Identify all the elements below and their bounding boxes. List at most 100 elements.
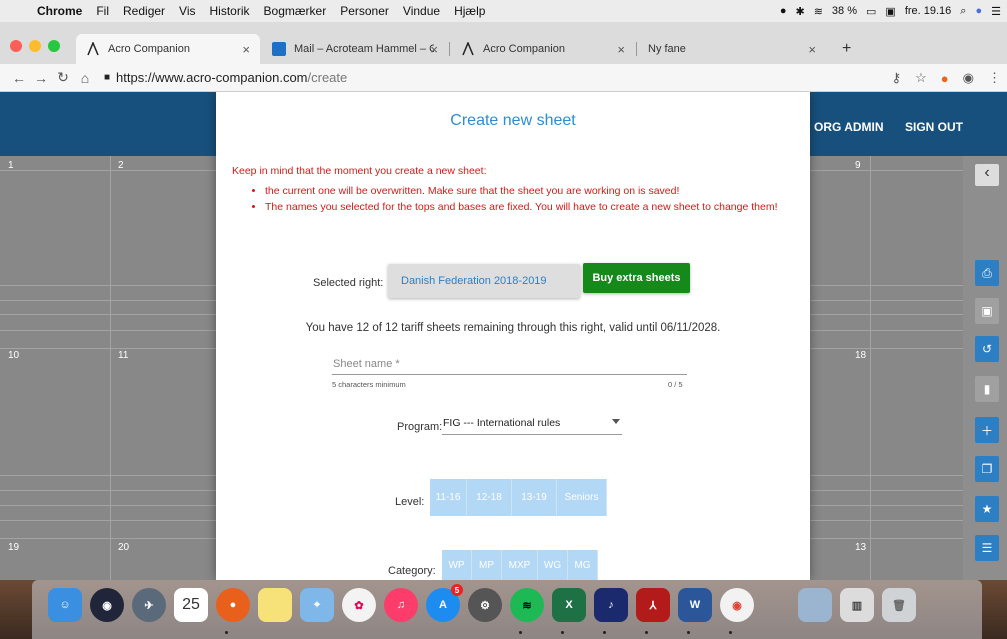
back-icon[interactable]: ← xyxy=(8,70,30,86)
spotify-icon[interactable]: ≋ xyxy=(510,588,544,622)
close-window-icon[interactable] xyxy=(10,40,22,52)
org-admin-link[interactable]: ORG ADMIN xyxy=(814,120,884,134)
new-file-icon[interactable]: ＋ xyxy=(975,417,999,443)
category-option-wp[interactable]: WP xyxy=(442,550,472,580)
downloads-stack-icon[interactable] xyxy=(798,588,832,622)
minimize-window-icon[interactable] xyxy=(29,40,41,52)
modal-title: Create new sheet xyxy=(450,112,576,129)
menu-history[interactable]: Historik xyxy=(203,4,257,18)
tab-acro-companion-2[interactable]: Acro Companion × xyxy=(451,34,635,64)
appstore-icon[interactable]: A5 xyxy=(426,584,463,622)
menu-help[interactable]: Hjælp xyxy=(447,4,492,18)
wifi-icon[interactable]: ≋ xyxy=(814,5,823,18)
print-icon[interactable]: ⎙ xyxy=(975,260,999,286)
profile-icon[interactable]: ◉ xyxy=(963,70,974,86)
menu-edit[interactable]: Rediger xyxy=(116,4,172,18)
notes-icon[interactable] xyxy=(258,588,292,622)
category-option-mxp[interactable]: MXP xyxy=(502,550,538,580)
tab-close-icon[interactable]: × xyxy=(242,42,250,57)
menu-bookmarks[interactable]: Bogmærker xyxy=(257,4,334,18)
bookmark-star-icon[interactable]: ☆ xyxy=(915,70,927,86)
documents-stack-icon[interactable]: ▥ xyxy=(840,588,874,622)
buy-extra-sheets-button[interactable]: Buy extra sheets xyxy=(583,263,690,293)
forward-icon[interactable]: → xyxy=(30,70,52,86)
menu-people[interactable]: Personer xyxy=(333,4,396,18)
input-source-icon[interactable]: ▣ xyxy=(885,5,895,18)
creative-cloud-icon[interactable]: ● xyxy=(780,5,787,17)
menu-window[interactable]: Vindue xyxy=(396,4,447,18)
tab-mail[interactable]: Mail – Acroteam Hammel – Out × xyxy=(262,34,448,64)
trash-icon[interactable]: ▮ xyxy=(975,376,999,402)
acrobat-icon[interactable]: ⅄ xyxy=(636,588,670,622)
excel-icon[interactable]: X xyxy=(552,588,586,622)
key-icon[interactable]: ⚷ xyxy=(892,70,902,86)
sheet-name-field[interactable]: Sheet name * xyxy=(333,358,400,370)
outlook-favicon-icon xyxy=(272,42,286,56)
music-icon[interactable]: ♫ xyxy=(384,588,418,622)
history-icon[interactable]: ↺ xyxy=(975,336,999,362)
window-controls xyxy=(10,40,60,52)
clock[interactable]: fre. 19.16 xyxy=(905,5,951,17)
program-select[interactable]: FIG --- International rules xyxy=(442,413,622,435)
system-preferences-icon[interactable]: ⚙ xyxy=(468,588,502,622)
audacity-icon[interactable]: ♪ xyxy=(594,588,628,622)
siri-dock-icon[interactable]: ◉ xyxy=(90,588,124,622)
home-icon[interactable]: ⌂ xyxy=(74,70,96,86)
new-tab-button[interactable]: + xyxy=(832,34,862,64)
level-option-13-19[interactable]: 13-19 xyxy=(512,479,557,516)
menu-app-name[interactable]: Chrome xyxy=(30,4,89,18)
save-icon[interactable]: ▣ xyxy=(975,298,999,324)
selected-right-label: Selected right: xyxy=(313,277,384,289)
create-sheet-modal: Create new sheet Keep in mind that the m… xyxy=(216,92,810,580)
collapse-sidebar-icon[interactable]: ‹ xyxy=(975,164,999,186)
macos-menubar: Chrome Fil Rediger Vis Historik Bogmærke… xyxy=(0,0,1007,22)
level-option-12-18[interactable]: 12-18 xyxy=(467,479,512,516)
notification-center-icon[interactable]: ☰ xyxy=(991,5,1001,18)
tab-acro-companion-active[interactable]: Acro Companion × xyxy=(76,34,260,64)
sign-out-link[interactable]: SIGN OUT xyxy=(905,120,963,134)
menu-file[interactable]: Fil xyxy=(89,4,116,18)
level-option-11-16[interactable]: 11-16 xyxy=(430,479,467,516)
tab-label: Acro Companion xyxy=(108,43,190,55)
category-option-wg[interactable]: WG xyxy=(538,550,568,580)
comment-icon[interactable]: ☰ xyxy=(975,535,999,561)
url-field[interactable]: ■ https://www.acro-companion.com/create xyxy=(104,70,347,85)
tab-close-icon[interactable]: × xyxy=(808,42,816,57)
selected-right-button[interactable]: Danish Federation 2018-2019 xyxy=(388,264,580,298)
finder-icon[interactable]: ☺ xyxy=(48,588,82,622)
battery-icon[interactable]: ▭ xyxy=(866,5,876,18)
level-label: Level: xyxy=(395,496,425,508)
spotlight-icon[interactable]: ⌕ xyxy=(960,5,966,18)
tab-close-icon[interactable]: × xyxy=(430,42,438,57)
siri-icon[interactable]: ● xyxy=(975,5,982,17)
level-option-seniors[interactable]: Seniors xyxy=(557,479,607,516)
bluetooth-icon[interactable]: ✱ xyxy=(795,5,804,18)
grid-cell-number: 11 xyxy=(118,350,129,361)
grid-cell-number: 13 xyxy=(855,542,867,553)
extension-icon[interactable]: ● xyxy=(941,71,949,86)
chrome-menu-icon[interactable]: ⋮ xyxy=(988,70,1001,86)
category-option-mp[interactable]: MP xyxy=(472,550,502,580)
launchpad-icon[interactable]: ✈ xyxy=(132,588,166,622)
reload-icon[interactable]: ↻ xyxy=(52,69,74,86)
zoom-window-icon[interactable] xyxy=(48,40,60,52)
firefox-icon[interactable]: ● xyxy=(216,588,250,622)
menu-view[interactable]: Vis xyxy=(172,4,202,18)
warning-box: Keep in mind that the moment you create … xyxy=(232,164,792,216)
word-icon[interactable]: W xyxy=(678,588,712,622)
tab-new-tab[interactable]: Ny fane × xyxy=(638,34,826,64)
battery-percent: 38 % xyxy=(831,5,857,17)
acro-favicon-icon xyxy=(461,41,475,56)
copy-icon[interactable]: ❐ xyxy=(975,456,999,482)
maps-icon[interactable]: ⌖ xyxy=(300,588,334,622)
tab-close-icon[interactable]: × xyxy=(617,42,625,57)
sheet-name-counter: 0 / 5 xyxy=(668,380,683,389)
calendar-icon[interactable]: 25 xyxy=(174,588,208,622)
dropdown-caret-icon xyxy=(612,419,620,424)
trash-dock-icon[interactable]: 🗑 xyxy=(882,588,916,622)
category-option-mg[interactable]: MG xyxy=(568,550,598,580)
chrome-dock-icon[interactable]: ◉ xyxy=(720,588,754,622)
star-icon[interactable]: ★ xyxy=(975,496,999,522)
photos-icon[interactable]: ✿ xyxy=(342,588,376,622)
acro-favicon-icon xyxy=(86,41,100,56)
